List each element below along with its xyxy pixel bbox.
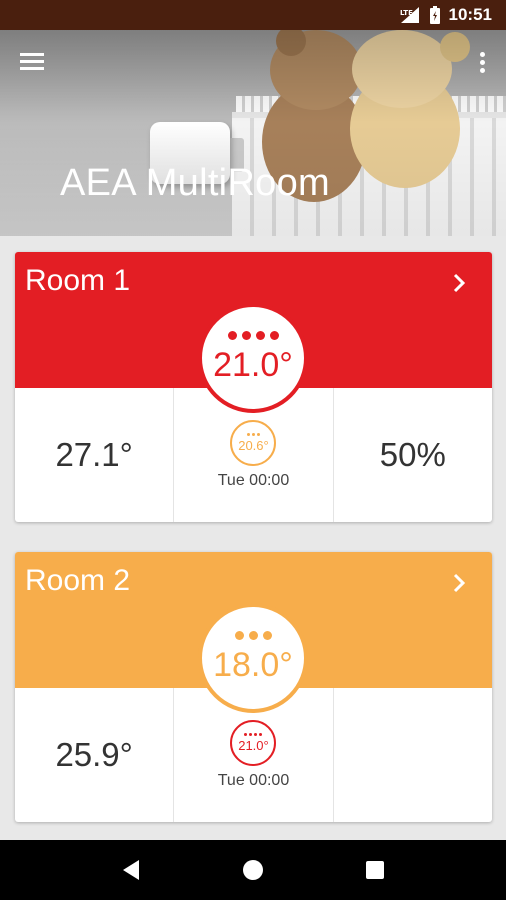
back-icon[interactable]: [117, 856, 145, 884]
signal-icon: LTE: [399, 6, 421, 24]
humidity: 50%: [379, 436, 446, 473]
setpoint-dial[interactable]: 21.0°: [198, 303, 308, 413]
room-name: Room 2: [25, 564, 131, 597]
room-card-2[interactable]: Room 2 25.9° 21.0° Tue 00:00 18.0°: [15, 552, 492, 822]
more-vert-icon[interactable]: [476, 52, 488, 80]
room-name: Room 1: [25, 264, 131, 297]
battery-icon: [429, 5, 441, 25]
next-schedule-time: Tue 00:00: [217, 772, 290, 789]
chevron-right-icon[interactable]: [448, 272, 470, 294]
setpoint-dial[interactable]: 18.0°: [198, 603, 308, 713]
navigation-bar: [0, 840, 506, 900]
home-icon[interactable]: [239, 856, 267, 884]
setpoint-value: 18.0°: [213, 646, 293, 684]
menu-icon[interactable]: [20, 50, 50, 78]
comfort-level-dots: [234, 631, 272, 640]
humidity: [334, 688, 492, 822]
current-temperature: 25.9°: [55, 736, 133, 773]
header-shade: [0, 30, 506, 236]
status-bar: LTE 10:51: [0, 0, 506, 30]
room-card-1[interactable]: Room 1 27.1° 20.6° Tue 00:00 50% 21.0°: [15, 252, 492, 522]
recents-icon[interactable]: [361, 856, 389, 884]
current-temperature: 27.1°: [55, 436, 133, 473]
app-title: AEA MultiRoom: [60, 162, 330, 204]
clock: 10:51: [448, 5, 492, 24]
next-setpoint-badge: 21.0°: [230, 720, 277, 766]
chevron-right-icon[interactable]: [448, 572, 470, 594]
setpoint-value: 21.0°: [213, 346, 293, 384]
header: AEA MultiRoom: [0, 30, 506, 236]
next-schedule-time: Tue 00:00: [217, 472, 290, 489]
next-setpoint-badge: 20.6°: [230, 420, 277, 466]
next-setpoint-value: 20.6°: [238, 438, 269, 453]
comfort-level-dots: [227, 331, 279, 340]
next-setpoint-value: 21.0°: [238, 738, 269, 753]
network-type-label: LTE: [400, 9, 413, 17]
